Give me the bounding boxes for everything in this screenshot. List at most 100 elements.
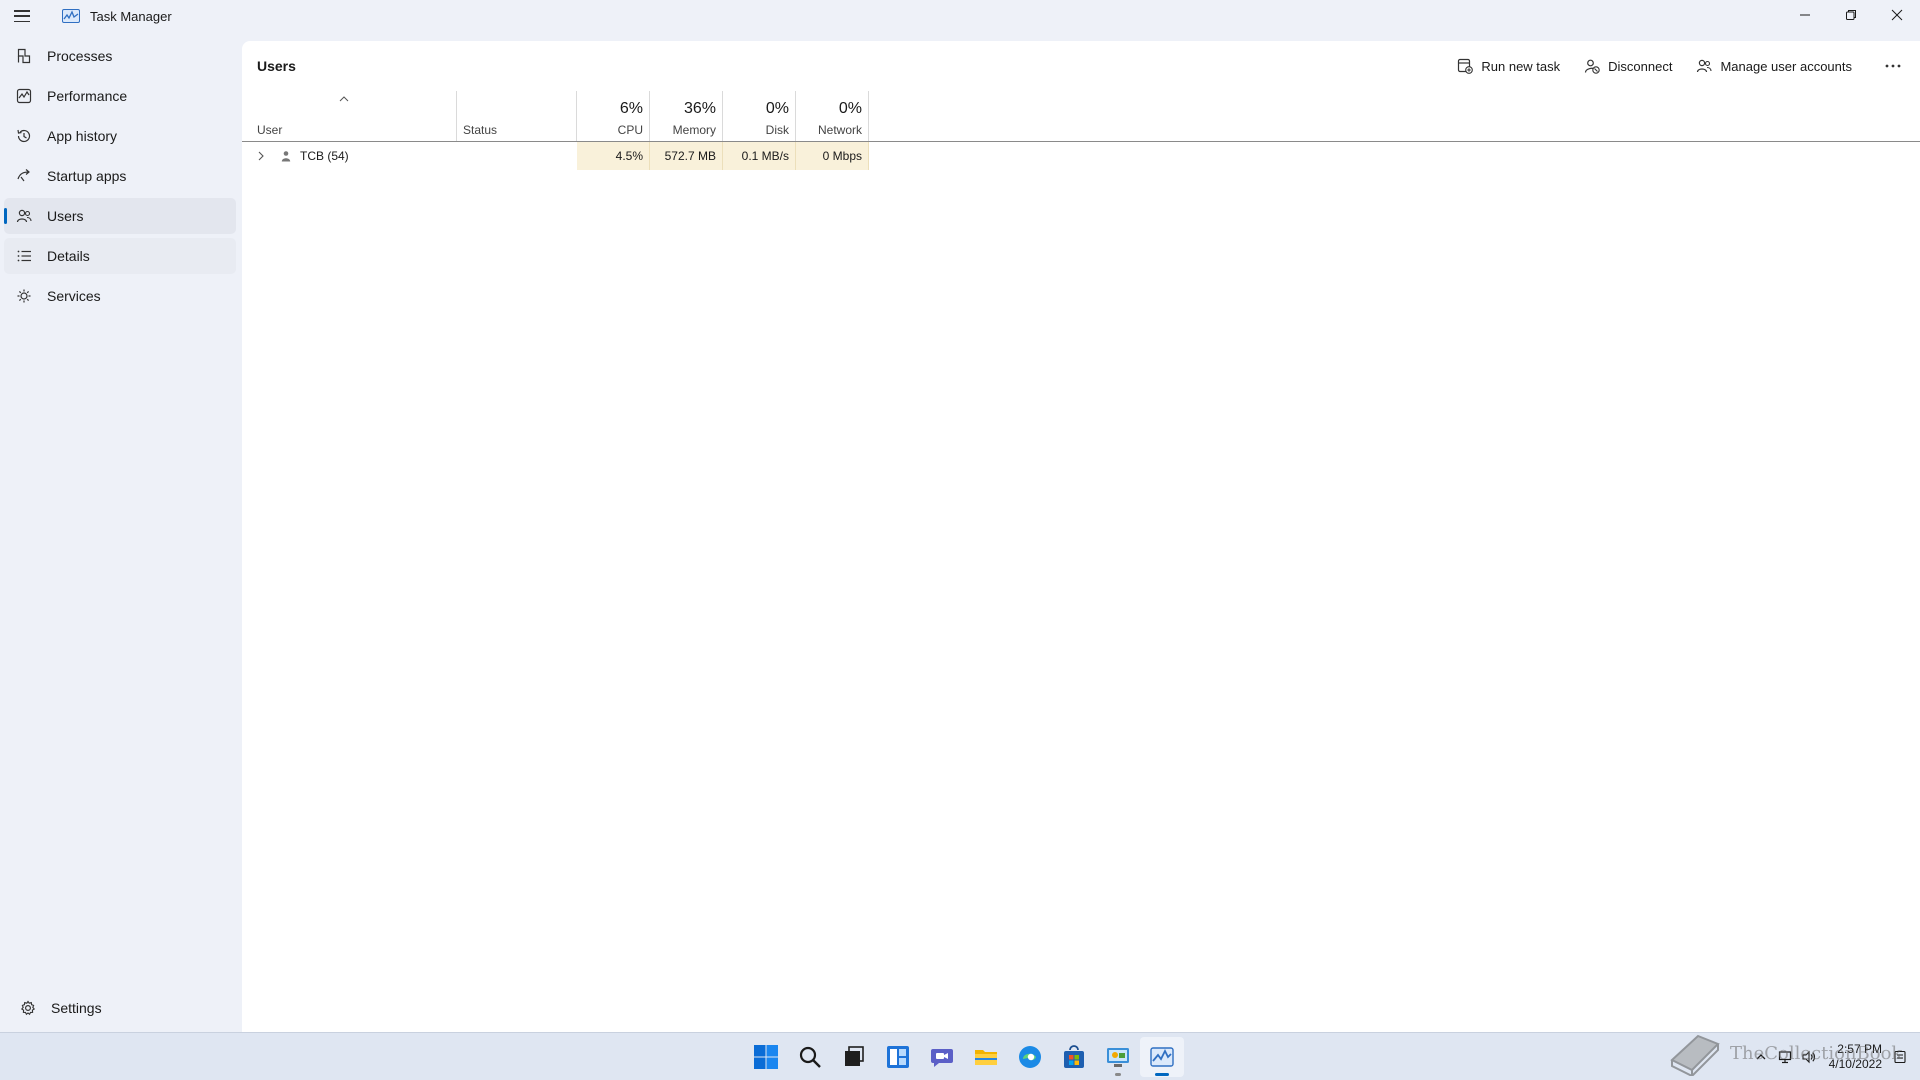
command-bar: Run new task Disconnect Manage user acco… <box>1445 41 1920 91</box>
store-button[interactable] <box>1052 1037 1096 1077</box>
file-explorer-icon <box>975 1050 997 1065</box>
user-name: TCB (54) <box>300 149 349 163</box>
network-total-percent: 0% <box>838 100 862 117</box>
title-bar: Task Manager <box>0 0 1920 32</box>
cpu-cell: 4.5% <box>577 142 650 170</box>
control-panel-button[interactable] <box>1096 1037 1140 1077</box>
table-row[interactable]: TCB (54) 4.5% 572.7 MB 0.1 MB/s 0 Mbps <box>242 142 1920 170</box>
chat-button[interactable] <box>920 1037 964 1077</box>
edge-icon <box>1019 1046 1041 1068</box>
more-options-button[interactable] <box>1870 50 1916 82</box>
book-icon <box>1670 1034 1720 1076</box>
sidebar-item-settings[interactable]: Settings <box>8 990 240 1026</box>
disconnect-icon <box>1585 59 1600 74</box>
sidebar-item-startup-apps[interactable]: Startup apps <box>4 158 236 194</box>
sidebar: Processes Performance App history Startu… <box>0 38 240 1028</box>
store-icon <box>1064 1045 1084 1068</box>
window-title: Task Manager <box>90 8 172 24</box>
column-header-status[interactable]: Status <box>457 91 577 141</box>
network-cell: 0 Mbps <box>796 142 869 170</box>
chevron-right-icon[interactable] <box>256 151 266 161</box>
sidebar-item-details[interactable]: Details <box>4 238 236 274</box>
sidebar-item-services[interactable]: Services <box>4 278 236 314</box>
chat-icon <box>931 1049 953 1067</box>
restore-icon <box>1846 10 1856 20</box>
minimize-button[interactable] <box>1782 0 1828 30</box>
search-icon <box>799 1046 821 1068</box>
users-table: User Status 6% CPU 36% Memory 0% Disk 0%… <box>242 91 1920 170</box>
disconnect-button[interactable]: Disconnect <box>1572 50 1684 82</box>
page-header: Users Run new task Disconnect Manage use… <box>242 41 1920 91</box>
task-view-icon <box>845 1046 864 1066</box>
widgets-icon <box>887 1046 909 1068</box>
task-manager-taskbar-button[interactable] <box>1140 1037 1184 1077</box>
sidebar-item-label: Startup apps <box>47 168 127 184</box>
gear-icon <box>20 1000 36 1016</box>
task-view-button[interactable] <box>832 1037 876 1077</box>
column-label-network: Network <box>817 123 862 137</box>
taskbar: 2:57 PM 4/10/2022 <box>0 1032 1920 1080</box>
column-label-disk: Disk <box>765 123 789 137</box>
main-panel: Users Run new task Disconnect Manage use… <box>242 41 1920 1032</box>
column-header-disk[interactable]: 0% Disk <box>723 91 796 141</box>
taskbar-apps <box>744 1033 1184 1080</box>
column-label-memory: Memory <box>672 123 716 137</box>
task-manager-icon <box>1150 1047 1174 1067</box>
window-controls <box>1782 0 1920 30</box>
sidebar-item-label: Performance <box>47 88 128 104</box>
disk-cell: 0.1 MB/s <box>723 142 796 170</box>
memory-cell: 572.7 MB <box>650 142 723 170</box>
startup-apps-icon <box>16 168 32 184</box>
table-header: User Status 6% CPU 36% Memory 0% Disk 0%… <box>242 91 1920 142</box>
column-header-user[interactable]: User <box>242 91 457 141</box>
search-button[interactable] <box>788 1037 832 1077</box>
disk-total-percent: 0% <box>765 100 789 117</box>
column-header-cpu[interactable]: 6% CPU <box>577 91 650 141</box>
sidebar-item-label: Services <box>47 288 101 304</box>
column-header-memory[interactable]: 36% Memory <box>650 91 723 141</box>
column-label-status: Status <box>463 123 498 137</box>
run-new-task-button[interactable]: Run new task <box>1445 50 1572 82</box>
column-header-network[interactable]: 0% Network <box>796 91 869 141</box>
manage-user-accounts-icon <box>1697 59 1713 73</box>
sidebar-item-app-history[interactable]: App history <box>4 118 236 154</box>
task-manager-icon <box>62 9 80 23</box>
sidebar-item-performance[interactable]: Performance <box>4 78 236 114</box>
app-history-icon <box>16 128 32 144</box>
hamburger-menu-icon[interactable] <box>14 8 38 24</box>
page-title: Users <box>257 58 296 74</box>
sidebar-item-users[interactable]: Users <box>4 198 236 234</box>
watermark-text: TheCollectionBook <box>1730 1042 1903 1064</box>
services-icon <box>16 288 32 304</box>
column-label-cpu: CPU <box>617 123 643 137</box>
memory-total-percent: 36% <box>683 100 716 117</box>
manage-user-accounts-button[interactable]: Manage user accounts <box>1684 50 1864 82</box>
sidebar-item-label: Settings <box>51 1000 102 1016</box>
disconnect-label: Disconnect <box>1608 58 1673 74</box>
widgets-button[interactable] <box>876 1037 920 1077</box>
watermark: TheCollectionBook <box>1668 1030 1902 1076</box>
status-cell <box>457 142 577 170</box>
sidebar-item-label: App history <box>47 128 118 144</box>
sidebar-item-label: Processes <box>47 48 113 64</box>
manage-user-accounts-label: Manage user accounts <box>1720 58 1852 74</box>
sidebar-item-label: Users <box>47 208 84 224</box>
performance-icon <box>16 88 32 104</box>
sidebar-item-processes[interactable]: Processes <box>4 38 236 74</box>
close-button[interactable] <box>1874 0 1920 30</box>
details-icon <box>16 248 32 264</box>
sort-ascending-icon <box>339 96 349 102</box>
start-button[interactable] <box>744 1037 788 1077</box>
minimize-icon <box>1800 14 1810 16</box>
run-new-task-icon <box>1458 58 1474 74</box>
close-icon <box>1891 9 1903 21</box>
user-icon <box>281 151 291 162</box>
control-panel-icon <box>1107 1048 1129 1067</box>
users-icon <box>16 208 32 224</box>
more-options-icon <box>1885 64 1901 68</box>
run-new-task-label: Run new task <box>1481 58 1561 74</box>
file-explorer-button[interactable] <box>964 1037 1008 1077</box>
cpu-total-percent: 6% <box>619 100 643 117</box>
restore-button[interactable] <box>1828 0 1874 30</box>
edge-button[interactable] <box>1008 1037 1052 1077</box>
